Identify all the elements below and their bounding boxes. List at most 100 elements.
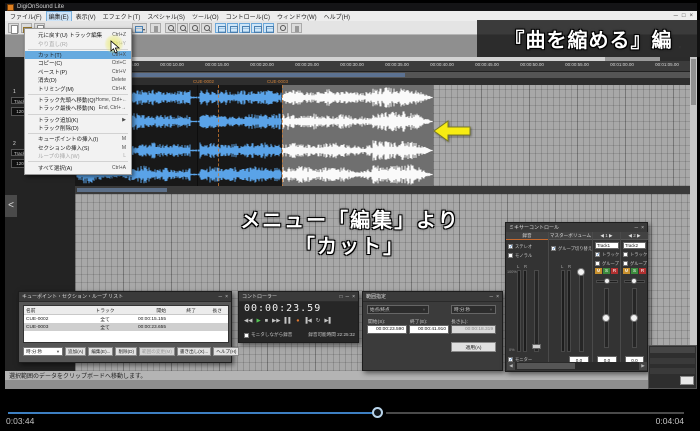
record-fader-handle[interactable] (532, 344, 541, 349)
transport-button[interactable]: ▶▌ (324, 318, 332, 325)
track2-fader-knob[interactable] (630, 314, 638, 322)
range-format-select[interactable]: 時:分:秒 ▼ (451, 305, 496, 314)
close-icon[interactable]: × (496, 293, 499, 301)
close-icon[interactable]: × (689, 12, 693, 20)
master-fader-knob[interactable] (577, 268, 585, 276)
menu-item[interactable]: セクションの挿入(S)M (25, 144, 131, 152)
scroll-left-icon[interactable]: ◀ (507, 362, 515, 370)
zoom-vertical-icon[interactable] (201, 23, 212, 33)
apply-button[interactable]: 適用(A) (451, 342, 496, 352)
transport-button[interactable]: ▐◀ (304, 318, 312, 325)
record-level-fader[interactable] (534, 270, 539, 352)
cue-list-button[interactable]: 削除(D) (115, 347, 137, 356)
menubar-item-help[interactable]: ヘルプ(H) (321, 11, 353, 22)
view-track-1-icon[interactable] (227, 23, 238, 33)
track2-name[interactable]: Track2 (623, 242, 646, 249)
menu-item[interactable]: ペースト(P)Ctrl+V (25, 68, 131, 76)
menubar-item-window[interactable]: ウィンドウ(W) (274, 11, 320, 22)
track-checkbox[interactable] (623, 252, 628, 257)
menu-item[interactable]: トラック最後へ移動(N)End, Ctrl+→ (25, 104, 131, 112)
solo-button[interactable]: S (631, 268, 638, 274)
track2-pan-knob[interactable] (631, 278, 637, 284)
menubar-item-effect[interactable]: エフェクト(T) (100, 11, 144, 22)
view-track-3-icon[interactable] (251, 23, 262, 33)
transport-button[interactable]: ◀◀ (244, 318, 252, 325)
track-edit-dropdown-icon[interactable]: ▾ (132, 23, 147, 33)
cue-list-button[interactable]: 追加(A) (65, 347, 86, 356)
video-progress-remaining[interactable] (386, 412, 684, 414)
snapshot-icon[interactable] (291, 23, 302, 33)
mute-button[interactable]: M (595, 268, 602, 274)
mixer-scroll-thumb[interactable] (517, 363, 575, 369)
zoom-out-icon[interactable] (177, 23, 188, 33)
track1-pan-knob[interactable] (604, 278, 610, 284)
master-volume-fader[interactable] (579, 270, 584, 352)
cue-list-titlebar[interactable]: キューポイント・セクション・ループ リスト ─× (19, 292, 231, 302)
transport-button[interactable]: ■ (265, 318, 268, 325)
record-arm-button[interactable]: R (611, 268, 618, 274)
menu-item[interactable]: キューポイントの挿入(I)M (25, 135, 131, 143)
track1-name[interactable]: Track1 (595, 242, 619, 249)
menu-item[interactable]: トリミング(M)Ctrl+K (25, 84, 131, 92)
cue-list-button[interactable]: ヘルプ(H) (213, 347, 239, 356)
view-wave-icon[interactable] (215, 23, 226, 33)
close-icon[interactable]: × (352, 293, 355, 301)
minimize-icon[interactable]: ─ (674, 12, 678, 20)
mixer-scrollbar[interactable]: ◀ ▶ (507, 362, 647, 370)
menu-item[interactable]: 消去(D)Delete (25, 76, 131, 84)
cue-list-button[interactable]: 範囲の変更(M) (139, 347, 175, 356)
range-end-field[interactable]: 00:00:41.910 (409, 325, 449, 334)
range-mode-select[interactable]: 始点/終点 ▼ (367, 305, 429, 314)
group-checkbox[interactable] (595, 261, 600, 266)
track-checkbox[interactable] (595, 252, 600, 257)
cue-marker-label[interactable]: CUE-0002 (193, 79, 214, 84)
zoom-horizontal-icon[interactable] (189, 23, 200, 33)
video-progress-played[interactable] (8, 412, 377, 414)
time-format-select[interactable]: 時:分:秒 ▼ (23, 347, 63, 356)
menu-item[interactable]: ループの挿入(W)L (25, 152, 131, 160)
menu-item[interactable]: トラック追加(K)▶ (25, 116, 131, 124)
track1-fader-knob[interactable] (602, 314, 610, 322)
close-icon[interactable]: × (225, 293, 228, 301)
record-monitor-checkbox[interactable] (244, 333, 249, 338)
menu-item[interactable]: トラック削除(D) (25, 124, 131, 132)
minimize-icon[interactable]: ─ (490, 293, 494, 301)
controller-titlebar[interactable]: コントローラー □─× (239, 292, 358, 302)
maximize-icon[interactable]: □ (682, 12, 686, 20)
collapse-panel-chevron[interactable]: < (5, 195, 17, 217)
group-checkbox[interactable] (623, 261, 628, 266)
cue-marker-label[interactable]: CUE-0003 (267, 79, 288, 84)
menubar-item-control[interactable]: コントロール(C) (223, 11, 273, 22)
transport-button[interactable]: ▌▌ (285, 318, 293, 325)
record-arm-button[interactable]: R (639, 268, 646, 274)
view-mixer-icon[interactable] (263, 23, 274, 33)
menu-item[interactable]: トラック先頭へ移動(Q)Home, Ctrl+← (25, 96, 131, 104)
transport-button[interactable]: ▶▶ (272, 318, 280, 325)
mono-checkbox[interactable] (508, 253, 513, 258)
menubar-item-edit[interactable]: 編集(E) (46, 11, 72, 22)
minimize-icon[interactable]: ─ (635, 224, 639, 232)
mute-button[interactable]: M (623, 268, 630, 274)
table-row-selected[interactable]: CUE-0003 全て 00:00:23.655 (24, 323, 228, 331)
delete-icon[interactable] (150, 23, 161, 33)
view-track-2-icon[interactable] (239, 23, 250, 33)
video-progress-handle[interactable] (372, 407, 383, 418)
menubar-item-tool[interactable]: ツール(O) (189, 11, 222, 22)
stereo-checkbox[interactable] (508, 244, 513, 249)
menu-item[interactable]: すべて選択(A)Ctrl+A (25, 163, 131, 171)
table-row[interactable]: CUE-0002 全て 00:00:15.155 (24, 315, 228, 323)
range-start-field[interactable]: 00:00:23.590 (367, 325, 407, 334)
group-switch-checkbox[interactable] (551, 246, 556, 251)
transport-button[interactable]: ↻ (316, 318, 321, 325)
maximize-icon[interactable]: □ (340, 293, 343, 301)
menubar-item-view[interactable]: 表示(V) (73, 11, 99, 22)
vertical-scrollbar-thumb[interactable] (691, 59, 696, 105)
minimize-icon[interactable]: ─ (346, 293, 350, 301)
solo-button[interactable]: S (603, 268, 610, 274)
zoom-in-icon[interactable] (165, 23, 176, 33)
track-scroll-thumb[interactable] (77, 188, 167, 192)
time-ruler[interactable]: 00:00:05.0000:00:10.0000:00:15.0000:00:2… (75, 61, 690, 72)
transport-button[interactable]: ● (296, 318, 299, 325)
cue-list-button[interactable]: 編集(E)... (88, 347, 113, 356)
cue-list-button[interactable]: 書き出し(X)... (177, 347, 211, 356)
